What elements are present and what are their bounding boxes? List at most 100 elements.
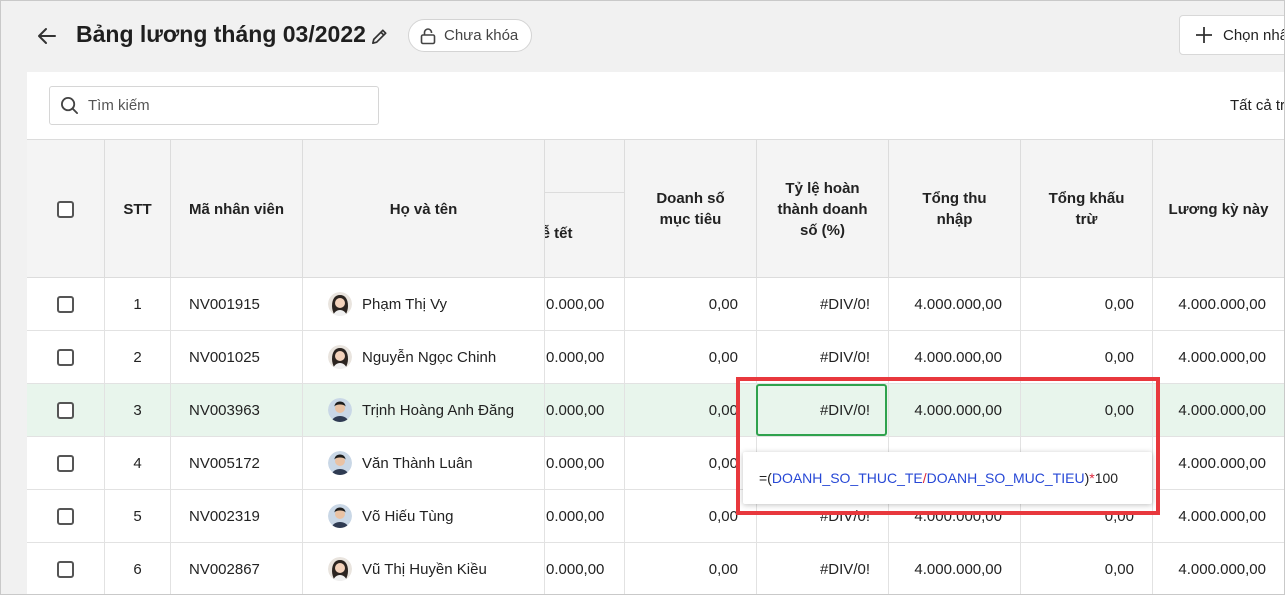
header-select-all	[27, 140, 105, 278]
cell-target-sales[interactable]: 0,00	[625, 490, 757, 542]
header-target-sales[interactable]: Doanh số mục tiêu	[625, 140, 757, 278]
cell-target-sales[interactable]: 0,00	[625, 543, 757, 595]
header-period-salary[interactable]: Lương kỳ này	[1153, 140, 1285, 278]
choose-button-label: Chọn nhâ	[1223, 26, 1285, 44]
cell-total-income[interactable]: 4.000.000,00	[889, 543, 1021, 595]
avatar	[328, 345, 352, 369]
table-row[interactable]: 3 NV003963 Trịnh Hoàng Anh Đăng 0.000,00 0,0…	[27, 384, 1285, 437]
formula-open: =(	[759, 470, 772, 486]
cell-completion-rate[interactable]: #DIV/0!	[757, 278, 889, 330]
employee-name: Văn Thành Luân	[362, 454, 473, 472]
employee-name: Trịnh Hoàng Anh Đăng	[362, 401, 515, 419]
header-total-deductions[interactable]: Tổng khấu trừ	[1021, 140, 1153, 278]
edit-title-button[interactable]	[366, 23, 392, 49]
table-row[interactable]: 2 NV001025 Nguyễn Ngọc Chinh 0.000,00 0,00 #D…	[27, 331, 1285, 384]
row-checkbox[interactable]	[57, 295, 74, 313]
employee-name: Phạm Thị Vy	[362, 295, 448, 313]
filter-dropdown[interactable]: Tất cả tr	[1230, 97, 1285, 114]
row-select-cell	[27, 490, 105, 542]
row-checkbox[interactable]	[57, 454, 74, 472]
cell-holiday-bonus[interactable]: 0.000,00	[545, 490, 625, 542]
header-stt[interactable]: STT	[105, 140, 171, 278]
page-title: Bảng lương tháng 03/2022	[76, 21, 366, 47]
cell-full-name[interactable]: Nguyễn Ngọc Chinh	[303, 331, 545, 383]
cell-stt: 5	[105, 490, 171, 542]
cell-total-income[interactable]: 4.000.000,00	[889, 331, 1021, 383]
cell-total-income[interactable]: 4.000.000,00	[889, 384, 1021, 436]
cell-stt: 3	[105, 384, 171, 436]
cell-full-name[interactable]: Trịnh Hoàng Anh Đăng	[303, 384, 545, 436]
header-employee-code[interactable]: Mã nhân viên	[171, 140, 303, 278]
row-checkbox[interactable]	[57, 560, 74, 578]
row-checkbox[interactable]	[57, 348, 74, 366]
cell-full-name[interactable]: Phạm Thị Vy	[303, 278, 545, 330]
cell-target-sales[interactable]: 0,00	[625, 437, 757, 489]
cell-period-salary[interactable]: 4.000.000,00	[1153, 331, 1285, 383]
cell-holiday-bonus[interactable]: 0.000,00	[545, 384, 625, 436]
payroll-panel: Tất cả tr STT Mã nhân viên Họ và tên à l…	[27, 72, 1285, 595]
formula-factor: 100	[1094, 470, 1119, 486]
header-completion-rate[interactable]: Tỷ lệ hoàn thành doanh số (%)	[757, 140, 889, 278]
avatar	[328, 451, 352, 475]
cell-employee-code: NV001915	[171, 278, 303, 330]
row-select-cell	[27, 384, 105, 436]
cell-stt: 6	[105, 543, 171, 595]
cell-holiday-bonus[interactable]: 0.000,00	[545, 543, 625, 595]
lock-status-label: Chưa khóa	[444, 27, 519, 44]
cell-total-deductions[interactable]: 0,00	[1021, 543, 1153, 595]
row-checkbox[interactable]	[57, 507, 74, 525]
back-button[interactable]	[33, 22, 61, 50]
header-full-name[interactable]: Họ và tên	[303, 140, 545, 278]
cell-completion-rate[interactable]: #DIV/0!	[757, 331, 889, 383]
cell-period-salary[interactable]: 4.000.000,00	[1153, 278, 1285, 330]
row-select-cell	[27, 543, 105, 595]
row-select-cell	[27, 437, 105, 489]
search-input[interactable]	[88, 97, 348, 114]
cell-holiday-bonus[interactable]: 0.000,00	[545, 437, 625, 489]
cell-period-salary[interactable]: 4.000.000,00	[1153, 437, 1285, 489]
table-header: STT Mã nhân viên Họ và tên à lễ tết Doan…	[27, 139, 1285, 278]
cell-period-salary[interactable]: 4.000.000,00	[1153, 490, 1285, 542]
cell-total-deductions[interactable]: 0,00	[1021, 278, 1153, 330]
cell-target-sales[interactable]: 0,00	[625, 384, 757, 436]
header-total-income[interactable]: Tổng thu nhập	[889, 140, 1021, 278]
employee-name: Võ Hiếu Tùng	[362, 507, 454, 525]
plus-icon	[1196, 27, 1212, 43]
cell-employee-code: NV003963	[171, 384, 303, 436]
cell-holiday-bonus[interactable]: 0.000,00	[545, 278, 625, 330]
row-select-cell	[27, 278, 105, 330]
formula-var-target-sales: DOANH_SO_MUC_TIEU	[926, 470, 1085, 486]
cell-holiday-bonus[interactable]: 0.000,00	[545, 331, 625, 383]
choose-employee-button[interactable]: Chọn nhâ	[1179, 15, 1285, 55]
cell-full-name[interactable]: Văn Thành Luân	[303, 437, 545, 489]
cell-target-sales[interactable]: 0,00	[625, 278, 757, 330]
cell-employee-code: NV001025	[171, 331, 303, 383]
cell-period-salary[interactable]: 4.000.000,00	[1153, 384, 1285, 436]
table-row[interactable]: 6 NV002867 Vũ Thị Huyền Kiều 0.000,00 0,00 #D…	[27, 543, 1285, 595]
cell-total-deductions[interactable]: 0,00	[1021, 331, 1153, 383]
avatar	[328, 398, 352, 422]
search-box[interactable]	[49, 86, 379, 125]
cell-completion-rate[interactable]: #DIV/0!	[757, 384, 889, 436]
unlock-icon	[420, 27, 436, 44]
avatar	[328, 292, 352, 316]
select-all-checkbox[interactable]	[57, 200, 74, 218]
cell-period-salary[interactable]: 4.000.000,00	[1153, 543, 1285, 595]
cell-full-name[interactable]: Vũ Thị Huyền Kiều	[303, 543, 545, 595]
cell-completion-rate[interactable]: #DIV/0!	[757, 543, 889, 595]
cell-stt: 1	[105, 278, 171, 330]
cell-full-name[interactable]: Võ Hiếu Tùng	[303, 490, 545, 542]
employee-name: Nguyễn Ngọc Chinh	[362, 348, 497, 366]
header-holiday-bonus[interactable]: à lễ tết	[545, 193, 625, 278]
cell-target-sales[interactable]: 0,00	[625, 331, 757, 383]
cell-total-deductions[interactable]: 0,00	[1021, 384, 1153, 436]
formula-var-actual-sales: DOANH_SO_THUC_TE	[771, 470, 923, 486]
cell-employee-code: NV005172	[171, 437, 303, 489]
cell-total-income[interactable]: 4.000.000,00	[889, 278, 1021, 330]
header-group-top	[545, 140, 625, 193]
row-checkbox[interactable]	[57, 401, 74, 419]
lock-status-badge[interactable]: Chưa khóa	[408, 19, 533, 52]
employee-name: Vũ Thị Huyền Kiều	[362, 560, 487, 578]
table-row[interactable]: 1 NV001915 Phạm Thị Vy 0.000,00 0,00 #DIV/0! 4…	[27, 278, 1285, 331]
page-header: Bảng lương tháng 03/2022 Chưa khóa Chọn …	[0, 0, 1285, 72]
